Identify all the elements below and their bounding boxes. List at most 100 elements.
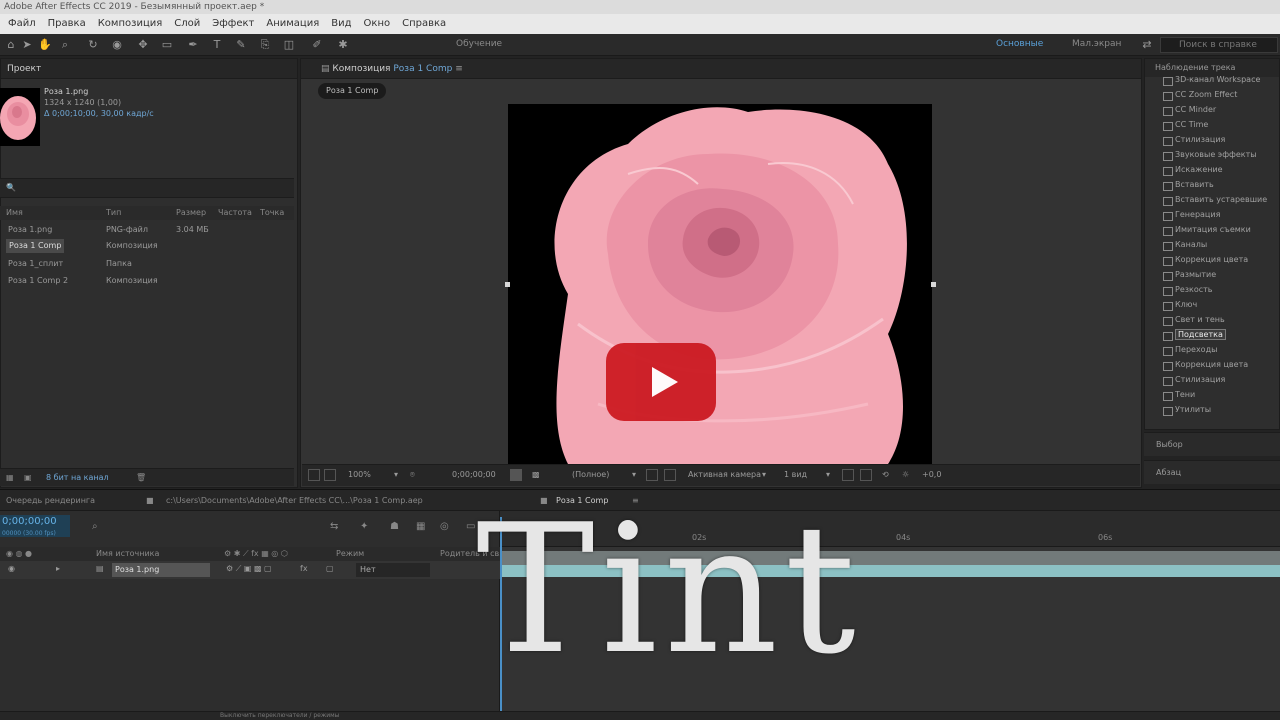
col-size[interactable]: Размер: [176, 208, 206, 217]
effects-list-item[interactable]: Тени: [1162, 390, 1195, 401]
eraser-tool-icon[interactable]: ◫: [282, 38, 296, 52]
effects-list-item[interactable]: Ключ: [1162, 300, 1197, 311]
layer-fx-icon[interactable]: fx: [300, 564, 308, 573]
fast-preview-icon[interactable]: [646, 469, 658, 481]
rectangle-tool-icon[interactable]: ▭: [160, 38, 174, 52]
timeline-timecode[interactable]: 0;00;00;00 00000 (30.00 fps): [0, 515, 70, 537]
effects-list-item[interactable]: 3D-канал Workspace: [1162, 75, 1260, 86]
zoom-dropdown[interactable]: 100%: [348, 470, 371, 479]
composition-mini-flowchart-icon[interactable]: ⇆: [330, 521, 338, 532]
effects-list-item[interactable]: Стилизация: [1162, 135, 1225, 146]
new-folder-icon[interactable]: ▣: [24, 473, 32, 482]
current-time-display[interactable]: 0;00;00;00: [452, 470, 496, 479]
workspace-small-screen[interactable]: Мал.экран: [1072, 39, 1121, 49]
layer-mode-dropdown[interactable]: Нет: [356, 563, 430, 577]
shy-layers-icon[interactable]: ☗: [390, 521, 399, 532]
layer-expand-icon[interactable]: ▸: [56, 564, 60, 573]
bit-depth-label[interactable]: 8 бит на канал: [46, 473, 109, 482]
effects-list-item[interactable]: Имитация съемки: [1163, 225, 1251, 236]
composition-name-badge[interactable]: Роза 1 Comp: [318, 83, 387, 99]
clone-stamp-tool-icon[interactable]: ⎘: [258, 38, 272, 52]
motion-blur-icon[interactable]: [860, 469, 872, 481]
frame-blending-icon[interactable]: ▦: [416, 521, 425, 532]
col-rate[interactable]: Частота: [218, 208, 252, 217]
region-of-interest-icon[interactable]: [324, 469, 336, 481]
menu-edit[interactable]: Правка: [42, 14, 92, 34]
flowchart-icon[interactable]: ⟲: [882, 470, 889, 479]
composition-canvas[interactable]: [508, 104, 932, 464]
effects-list-item[interactable]: Утилиты: [1162, 405, 1211, 416]
sync-settings-icon[interactable]: ⇄: [1140, 38, 1154, 52]
layer-name[interactable]: Роза 1.png: [112, 563, 210, 577]
project-row[interactable]: Роза 1.png PNG-файл 3.04 МБ: [0, 222, 294, 238]
effects-list-item[interactable]: CC Time: [1162, 120, 1208, 131]
roto-brush-tool-icon[interactable]: ✐: [310, 38, 324, 52]
effects-list-item[interactable]: Резкость: [1163, 285, 1213, 296]
effects-list-item[interactable]: Вставить: [1163, 180, 1214, 191]
3d-draft-icon[interactable]: [842, 469, 854, 481]
lock-icon[interactable]: ▤: [321, 64, 332, 74]
interpret-footage-icon[interactable]: ▦: [6, 473, 14, 482]
effects-list-item[interactable]: Стилизация: [1162, 375, 1225, 386]
always-preview-icon[interactable]: [308, 469, 320, 481]
project-tab[interactable]: Проект: [1, 59, 297, 79]
pen-tool-icon[interactable]: ✒: [186, 38, 200, 52]
menu-file[interactable]: Файл: [2, 14, 42, 34]
hand-tool-icon[interactable]: ✋: [38, 38, 52, 52]
menu-view[interactable]: Вид: [325, 14, 357, 34]
col-source-name[interactable]: Имя источника: [96, 549, 159, 558]
col-name[interactable]: Имя: [6, 208, 23, 217]
transform-handle[interactable]: [931, 282, 936, 287]
project-row[interactable]: Роза 1 Comp 2 Композиция: [0, 273, 294, 289]
view-layout-dropdown[interactable]: 1 вид: [784, 470, 807, 479]
draft-3d-icon[interactable]: ✦: [360, 521, 368, 532]
chevron-down-icon[interactable]: ▾: [762, 470, 766, 479]
paragraph-panel-tab[interactable]: Абзац: [1144, 460, 1280, 484]
effects-list-item[interactable]: Свет и тень: [1163, 315, 1225, 326]
workspace-learn[interactable]: Обучение: [456, 39, 502, 49]
effects-list-item[interactable]: Размытие: [1162, 270, 1216, 281]
layer-3d-icon[interactable]: ▢: [326, 564, 334, 573]
menu-layer[interactable]: Слой: [168, 14, 206, 34]
camera-snapshot-icon[interactable]: [510, 469, 522, 481]
menu-window[interactable]: Окно: [358, 14, 397, 34]
effects-list-item[interactable]: Каналы: [1162, 240, 1207, 251]
panel-menu-icon[interactable]: ≡: [455, 64, 463, 74]
graph-editor-icon[interactable]: ▭: [466, 521, 475, 532]
toggle-switches-modes[interactable]: Выключить переключатели / режимы: [220, 712, 339, 719]
col-point[interactable]: Точка: [260, 208, 284, 217]
snapshot-icon[interactable]: ⌾: [410, 470, 415, 480]
effects-list-item[interactable]: Переходы: [1162, 345, 1217, 356]
menu-effect[interactable]: Эффект: [206, 14, 260, 34]
project-search-bar[interactable]: 🔍: [0, 178, 294, 198]
col-type[interactable]: Тип: [106, 208, 121, 217]
type-tool-icon[interactable]: T: [210, 38, 224, 52]
chevron-down-icon[interactable]: ▾: [632, 470, 636, 479]
camera-dropdown[interactable]: Активная камера: [688, 470, 761, 479]
exposure-value[interactable]: +0,0: [922, 470, 941, 479]
brush-tool-icon[interactable]: ✎: [234, 38, 248, 52]
effects-list-item[interactable]: Коррекция цвета: [1162, 360, 1248, 371]
align-panel-tab[interactable]: Выбор: [1144, 432, 1280, 456]
timeline-search-icon[interactable]: ⌕: [92, 521, 98, 532]
project-row[interactable]: Роза 1 Comp Композиция: [0, 238, 294, 254]
effects-list-item[interactable]: Коррекция цвета: [1162, 255, 1248, 266]
effects-list-item[interactable]: Вставить устаревшие: [1162, 195, 1267, 206]
youtube-play-button[interactable]: [606, 343, 716, 421]
menu-composition[interactable]: Композиция: [92, 14, 169, 34]
av-features-icon[interactable]: ◉ ◍ ●: [6, 549, 32, 558]
resolution-dropdown[interactable]: (Полное): [572, 470, 609, 479]
chevron-down-icon[interactable]: ▾: [826, 470, 830, 479]
effects-list-item[interactable]: CC Minder: [1162, 105, 1216, 116]
menu-animation[interactable]: Анимация: [260, 14, 325, 34]
layer-visibility-icon[interactable]: ◉: [8, 564, 15, 573]
camera-tool-icon[interactable]: ◉: [110, 38, 124, 52]
composition-tab[interactable]: ▤ Композиция Роза 1 Comp ≡: [301, 59, 1141, 79]
zoom-tool-icon[interactable]: ⌕: [58, 38, 72, 52]
help-search-input[interactable]: Поиск в справке: [1160, 37, 1278, 53]
pan-behind-tool-icon[interactable]: ✥: [136, 38, 150, 52]
project-row[interactable]: Роза 1_сплит Папка: [0, 256, 294, 272]
tab-render-queue[interactable]: Очередь рендеринга: [6, 496, 95, 505]
transform-handle[interactable]: [505, 282, 510, 287]
effects-list-item[interactable]: Звуковые эффекты: [1163, 150, 1257, 161]
